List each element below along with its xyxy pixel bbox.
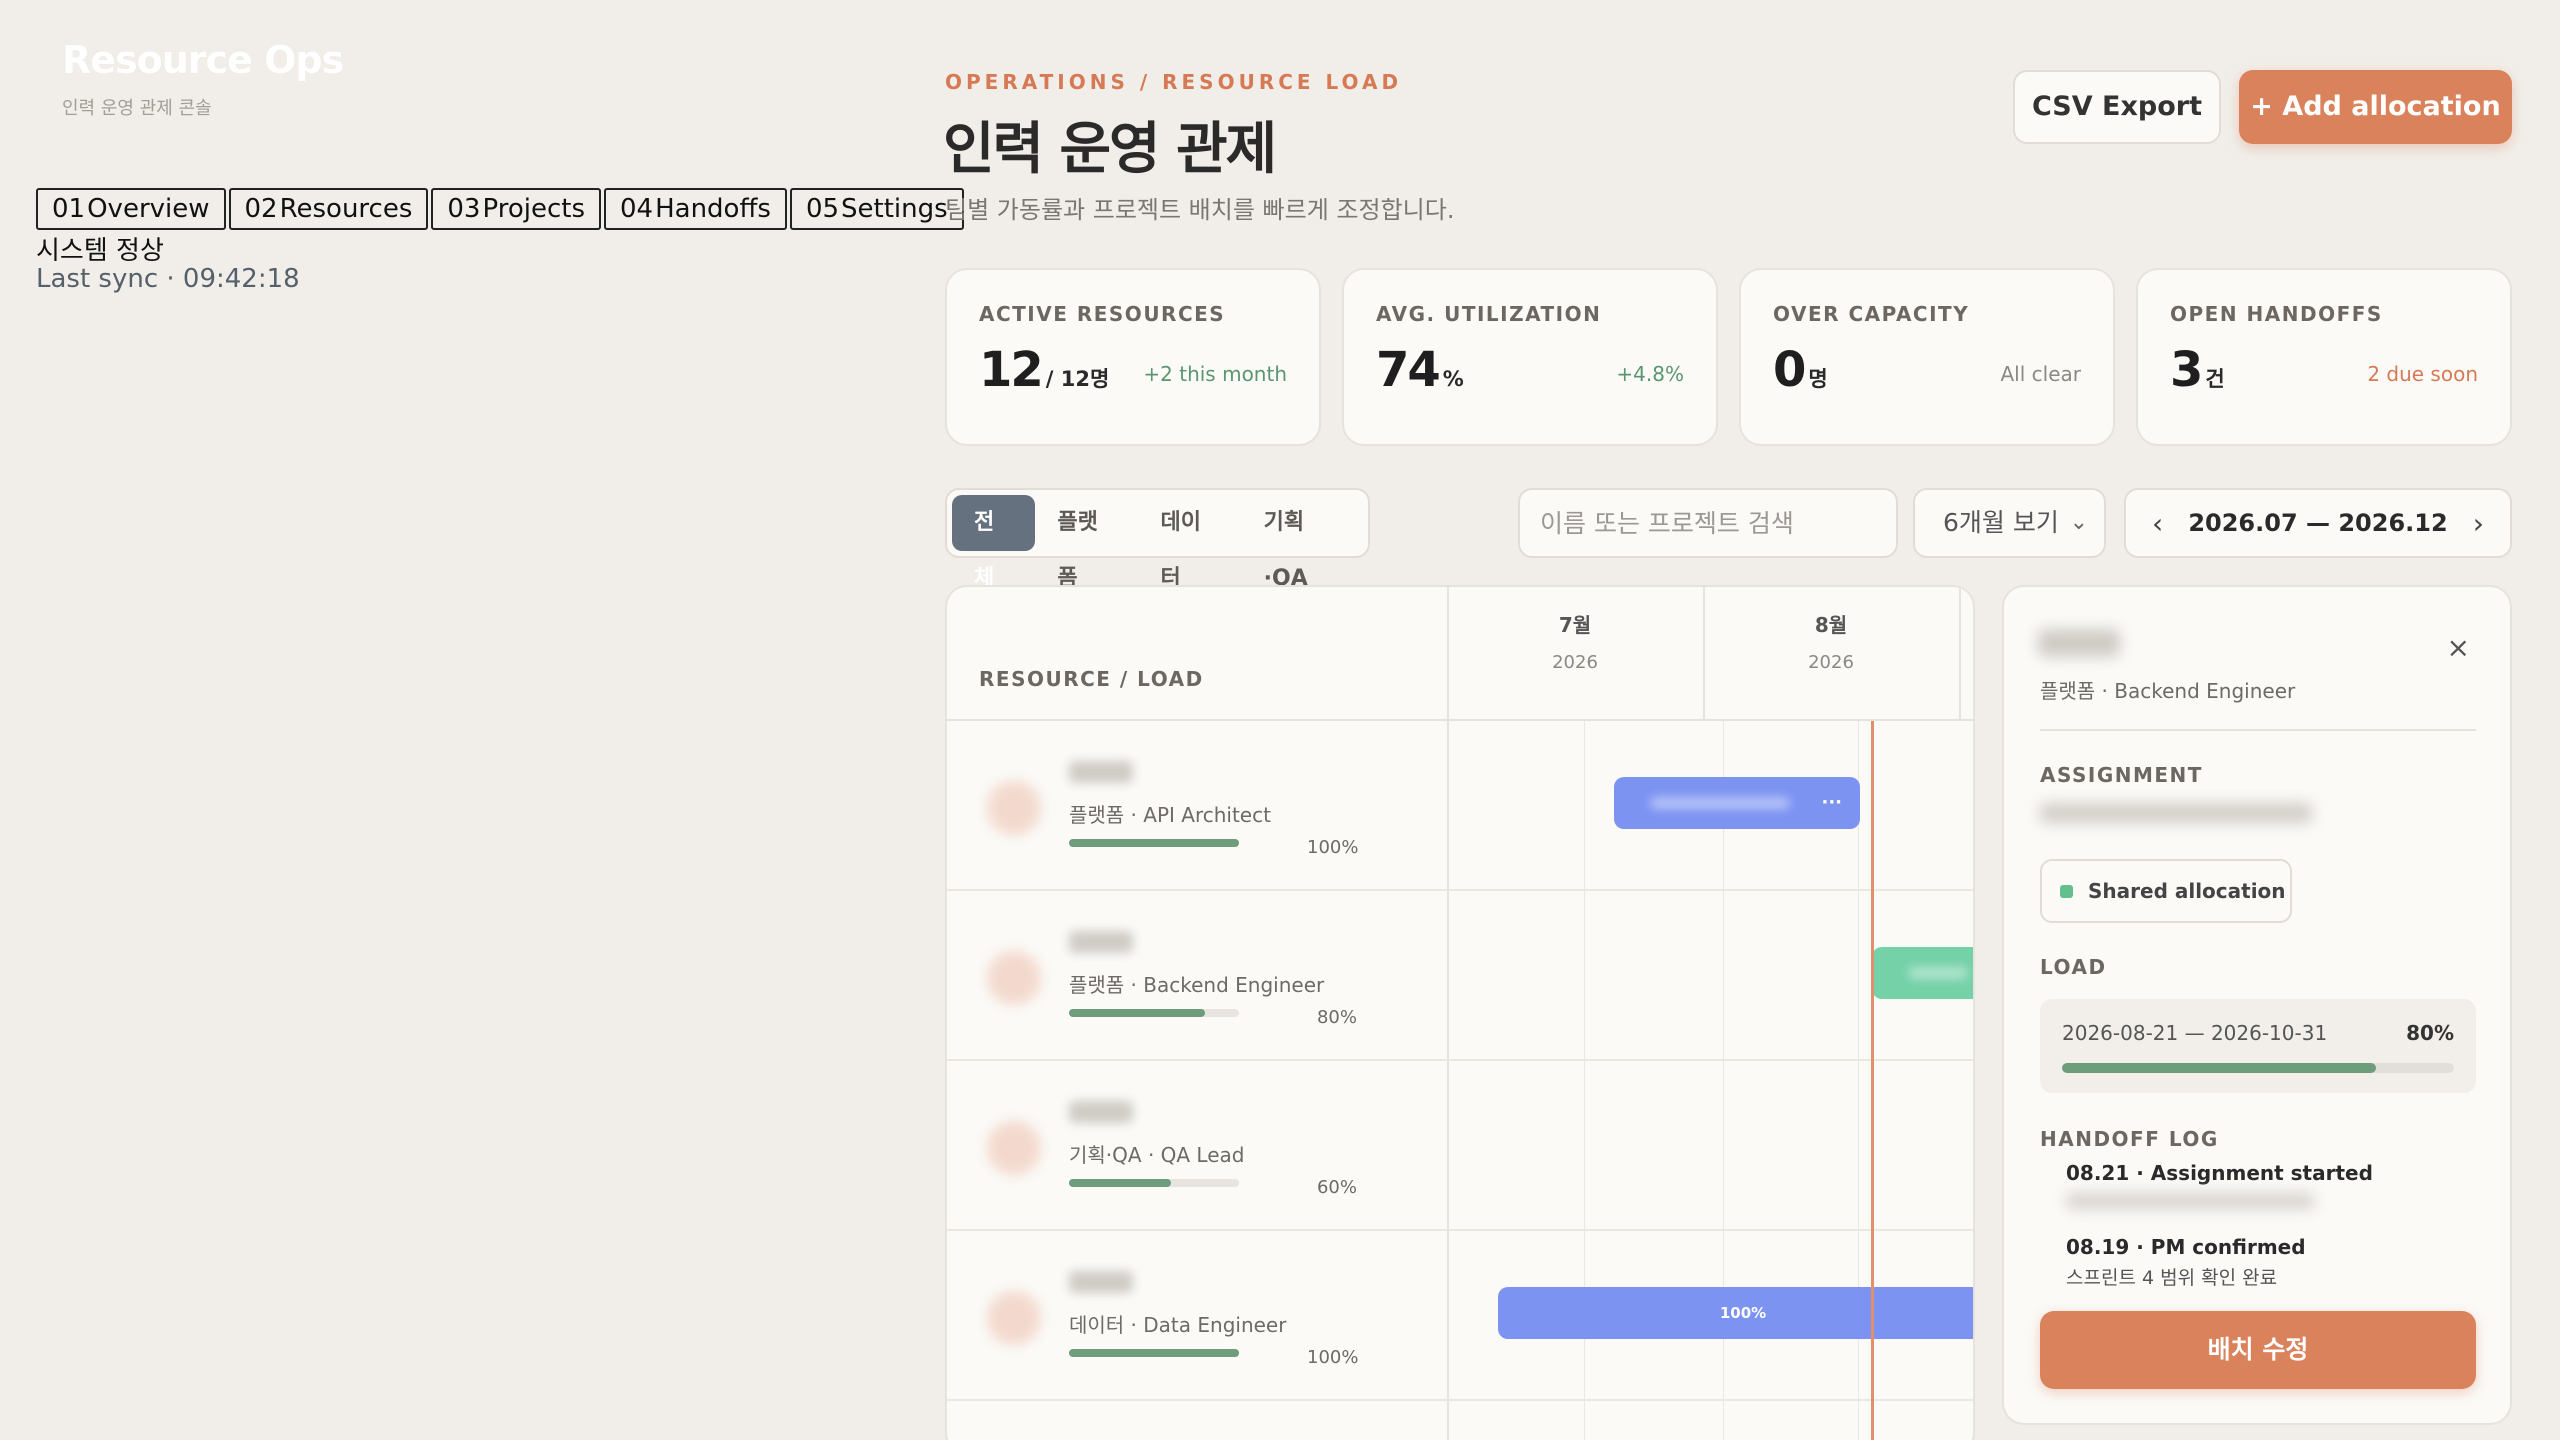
- kpi-active-resources: ACTIVE RESOURCES 12/ 12명 +2 this month: [945, 268, 1321, 446]
- kpi-note: +2 this month: [1143, 362, 1287, 386]
- kpi-value: 74%: [1376, 342, 1464, 398]
- allocation-bar[interactable]: ···: [1614, 777, 1860, 829]
- load-bar: [1069, 839, 1239, 847]
- avatar: [987, 781, 1041, 835]
- log-entry-title: 08.21 · Assignment started: [2066, 1161, 2373, 1185]
- kpi-label: AVG. UTILIZATION: [1376, 302, 1602, 326]
- kpi-note: +4.8%: [1616, 362, 1684, 386]
- resource-meta: 플랫폼 · Backend Engineer: [1069, 973, 1325, 997]
- kpi-over-capacity: OVER CAPACITY 0명 All clear: [1739, 268, 2115, 446]
- handoff-log-label: HANDOFF LOG: [2040, 1127, 2219, 1151]
- resource-name-redacted: [1069, 931, 1133, 953]
- resource-row[interactable]: 기획·QA · QA Lead 60%: [947, 1061, 1973, 1231]
- add-allocation-button[interactable]: + Add allocation: [2239, 70, 2512, 144]
- brand-title: Resource Ops: [62, 38, 344, 82]
- page-description: 팀별 가동률과 프로젝트 배치를 빠르게 조정합니다.: [945, 196, 1455, 224]
- brand-subtitle: 인력 운영 관제 콘솔: [62, 98, 212, 119]
- range-select-value: 6개월 보기: [1943, 508, 2059, 537]
- main-nav: 01Overview 02Resources 03Projects 04Hand…: [36, 188, 964, 230]
- load-percent: 100%: [1307, 837, 1359, 858]
- resource-row[interactable]: 데이터 · Data Engineer 100% 100%: [947, 1231, 1973, 1401]
- shared-allocation-badge: Shared allocation: [2040, 859, 2292, 923]
- load-percent: 100%: [1307, 1347, 1359, 1368]
- month-header: 8월 2026: [1808, 613, 1854, 673]
- kpi-value: 12/ 12명: [979, 342, 1110, 398]
- resource-name-redacted: [1069, 1101, 1133, 1123]
- kpi-label: OPEN HANDOFFS: [2170, 302, 2383, 326]
- csv-export-button[interactable]: CSV Export: [2013, 70, 2221, 144]
- close-icon[interactable]: ×: [2447, 631, 2470, 664]
- resource-timeline: RESOURCE / LOAD 7월 2026 8월 2026 플랫폼 · AP…: [945, 585, 1975, 1440]
- segment-planning-qa[interactable]: 기획·QA: [1242, 495, 1368, 591]
- load-bar: [1069, 1009, 1239, 1017]
- kpi-note: All clear: [2000, 362, 2082, 386]
- load-bar: [1069, 1179, 1239, 1187]
- resource-meta: 플랫폼 · API Architect: [1069, 803, 1271, 827]
- kpi-note: 2 due soon: [2367, 362, 2478, 386]
- segment-data[interactable]: 데이터: [1139, 495, 1242, 591]
- log-entry-detail: 스프린트 4 범위 확인 완료: [2066, 1267, 2278, 1289]
- kpi-avg-utilization: AVG. UTILIZATION 74% +4.8%: [1342, 268, 1718, 446]
- search-input[interactable]: [1518, 488, 1898, 558]
- segment-all[interactable]: 전체: [952, 495, 1036, 591]
- load-percent: 60%: [1316, 1177, 1357, 1198]
- system-status: 시스템 정상: [36, 236, 164, 266]
- prev-period-icon[interactable]: ‹: [2152, 507, 2163, 540]
- range-select[interactable]: 6개월 보기 ⌄: [1913, 488, 2106, 558]
- allocation-bar[interactable]: 100%: [1498, 1287, 1973, 1339]
- kpi-open-handoffs: OPEN HANDOFFS 3건 2 due soon: [2136, 268, 2512, 446]
- detail-name-redacted: [2038, 629, 2120, 657]
- resource-meta: 기획·QA · QA Lead: [1069, 1143, 1245, 1167]
- load-percent: 80%: [1316, 1007, 1357, 1028]
- allocation-detail-panel: × 플랫폼 · Backend Engineer ASSIGNMENT Shar…: [2002, 585, 2512, 1425]
- load-label: LOAD: [2040, 955, 2107, 979]
- load-bar: [1069, 1349, 1239, 1357]
- resource-name-redacted: [1069, 1271, 1133, 1293]
- avatar: [987, 951, 1041, 1005]
- nav-projects[interactable]: 03Projects: [431, 188, 601, 230]
- avatar: [987, 1291, 1041, 1345]
- nav-overview[interactable]: 01Overview: [36, 188, 226, 230]
- status-dot-icon: [2060, 885, 2073, 898]
- nav-settings[interactable]: 05Settings: [789, 188, 964, 230]
- last-sync: Last sync · 09:42:18: [36, 264, 300, 294]
- resource-row[interactable]: 플랫폼 · API Architect 100% ···: [947, 721, 1973, 891]
- nav-resources[interactable]: 02Resources: [228, 188, 429, 230]
- load-summary: 2026-08-21 — 2026-10-31 80%: [2040, 999, 2476, 1093]
- segment-platform[interactable]: 플랫폼: [1035, 495, 1138, 591]
- log-entry-title: 08.19 · PM confirmed: [2066, 1235, 2306, 1259]
- load-range: 2026-08-21 — 2026-10-31: [2062, 1021, 2328, 1045]
- assignment-label: ASSIGNMENT: [2040, 763, 2203, 787]
- kpi-label: ACTIVE RESOURCES: [979, 302, 1226, 326]
- kpi-label: OVER CAPACITY: [1773, 302, 1970, 326]
- timeline-header-label: RESOURCE / LOAD: [979, 667, 1204, 691]
- page-title: 인력 운영 관제: [943, 117, 1277, 182]
- assignment-redacted: [2040, 803, 2312, 823]
- month-header: 7월 2026: [1552, 613, 1598, 673]
- resource-row[interactable]: 플랫폼 · Backend Engineer 80%: [947, 891, 1973, 1061]
- today-marker: [1871, 721, 1874, 1440]
- allocation-bar-label: 100%: [1719, 1304, 1767, 1322]
- allocation-bar[interactable]: [1872, 947, 1973, 999]
- resource-name-redacted: [1069, 761, 1133, 783]
- nav-handoffs[interactable]: 04Handoffs: [604, 188, 787, 230]
- resource-meta: 데이터 · Data Engineer: [1069, 1313, 1287, 1337]
- detail-role: 플랫폼 · Backend Engineer: [2040, 679, 2296, 703]
- breadcrumb: OPERATIONS / RESOURCE LOAD: [945, 70, 1403, 94]
- kpi-value: 0명: [1773, 342, 1828, 398]
- more-icon[interactable]: ···: [1821, 777, 1842, 829]
- edit-allocation-button[interactable]: 배치 수정: [2040, 1311, 2476, 1389]
- chevron-down-icon: ⌄: [2069, 510, 2088, 535]
- date-range-label: 2026.07 — 2026.12: [2188, 509, 2448, 537]
- date-range-nav: ‹ 2026.07 — 2026.12 ›: [2124, 488, 2512, 558]
- next-period-icon[interactable]: ›: [2473, 507, 2484, 540]
- kpi-value: 3건: [2170, 342, 2225, 398]
- team-filter-segment: 전체 플랫폼 데이터 기획·QA: [945, 488, 1370, 591]
- load-bar: [2062, 1063, 2454, 1073]
- avatar: [987, 1121, 1041, 1175]
- log-entry-redacted: [2066, 1193, 2314, 1209]
- load-percent: 80%: [2406, 1021, 2454, 1045]
